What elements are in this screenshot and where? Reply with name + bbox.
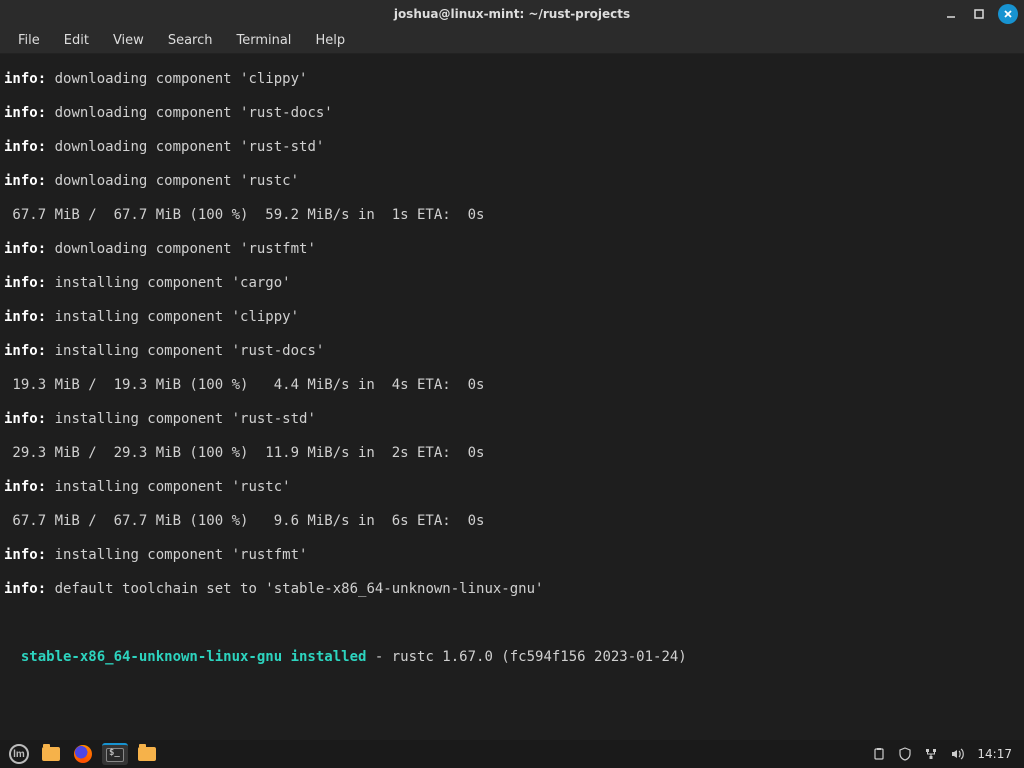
term-line: downloading component 'clippy' [46, 71, 307, 87]
taskbar-terminal[interactable] [102, 743, 128, 765]
window-controls [942, 4, 1018, 24]
progress-line: 67.7 MiB / 67.7 MiB (100 %) 59.2 MiB/s i… [4, 207, 1020, 224]
info-prefix: info: [4, 139, 46, 155]
term-line: default toolchain set to 'stable-x86_64-… [46, 581, 543, 597]
menu-terminal[interactable]: Terminal [226, 31, 301, 50]
info-prefix: info: [4, 173, 46, 189]
toolchain-version: - rustc 1.67.0 (fc594f156 2023-01-24) [366, 649, 686, 665]
term-line: installing component 'cargo' [46, 275, 290, 291]
menu-edit[interactable]: Edit [54, 31, 99, 50]
info-prefix: info: [4, 105, 46, 121]
volume-icon[interactable] [949, 746, 965, 762]
info-prefix: info: [4, 71, 46, 87]
term-line: downloading component 'rustc' [46, 173, 299, 189]
info-prefix: info: [4, 275, 46, 291]
term-line: installing component 'rustc' [46, 479, 290, 495]
clipboard-icon[interactable] [871, 746, 887, 762]
terminal-icon [106, 748, 124, 762]
term-line: downloading component 'rust-std' [46, 139, 324, 155]
system-tray: 14:17 [871, 746, 1018, 762]
shield-icon[interactable] [897, 746, 913, 762]
menubar: File Edit View Search Terminal Help [0, 28, 1024, 54]
menu-view[interactable]: View [103, 31, 154, 50]
taskbar-files-2[interactable] [134, 743, 160, 765]
minimize-button[interactable] [942, 5, 960, 23]
info-prefix: info: [4, 309, 46, 325]
toolchain-installed: stable-x86_64-unknown-linux-gnu installe… [4, 649, 366, 665]
menu-help[interactable]: Help [305, 31, 355, 50]
window-titlebar: joshua@linux-mint: ~/rust-projects [0, 0, 1024, 28]
info-prefix: info: [4, 479, 46, 495]
info-prefix: info: [4, 343, 46, 359]
progress-line: 29.3 MiB / 29.3 MiB (100 %) 11.9 MiB/s i… [4, 445, 1020, 462]
maximize-button[interactable] [970, 5, 988, 23]
taskbar-firefox[interactable] [70, 743, 96, 765]
mint-logo-icon: lm [9, 744, 29, 764]
term-line: installing component 'rustfmt' [46, 547, 307, 563]
info-prefix: info: [4, 411, 46, 427]
menu-file[interactable]: File [8, 31, 50, 50]
taskbar: lm 14:17 [0, 740, 1024, 768]
info-prefix: info: [4, 581, 46, 597]
term-line: installing component 'rust-std' [46, 411, 316, 427]
firefox-icon [74, 745, 92, 763]
window-title: joshua@linux-mint: ~/rust-projects [394, 7, 630, 21]
folder-icon [138, 747, 156, 761]
term-line: installing component 'rust-docs' [46, 343, 324, 359]
info-prefix: info: [4, 241, 46, 257]
menu-button[interactable]: lm [6, 743, 32, 765]
term-line: installing component 'clippy' [46, 309, 299, 325]
taskbar-left: lm [6, 743, 160, 765]
menu-search[interactable]: Search [158, 31, 223, 50]
term-line: downloading component 'rustfmt' [46, 241, 316, 257]
close-button[interactable] [998, 4, 1018, 24]
info-prefix: info: [4, 547, 46, 563]
progress-line: 19.3 MiB / 19.3 MiB (100 %) 4.4 MiB/s in… [4, 377, 1020, 394]
progress-line: 67.7 MiB / 67.7 MiB (100 %) 9.6 MiB/s in… [4, 513, 1020, 530]
folder-icon [42, 747, 60, 761]
network-icon[interactable] [923, 746, 939, 762]
term-line: downloading component 'rust-docs' [46, 105, 333, 121]
taskbar-files[interactable] [38, 743, 64, 765]
terminal-viewport[interactable]: info: downloading component 'clippy' inf… [0, 54, 1024, 740]
clock[interactable]: 14:17 [977, 747, 1012, 761]
